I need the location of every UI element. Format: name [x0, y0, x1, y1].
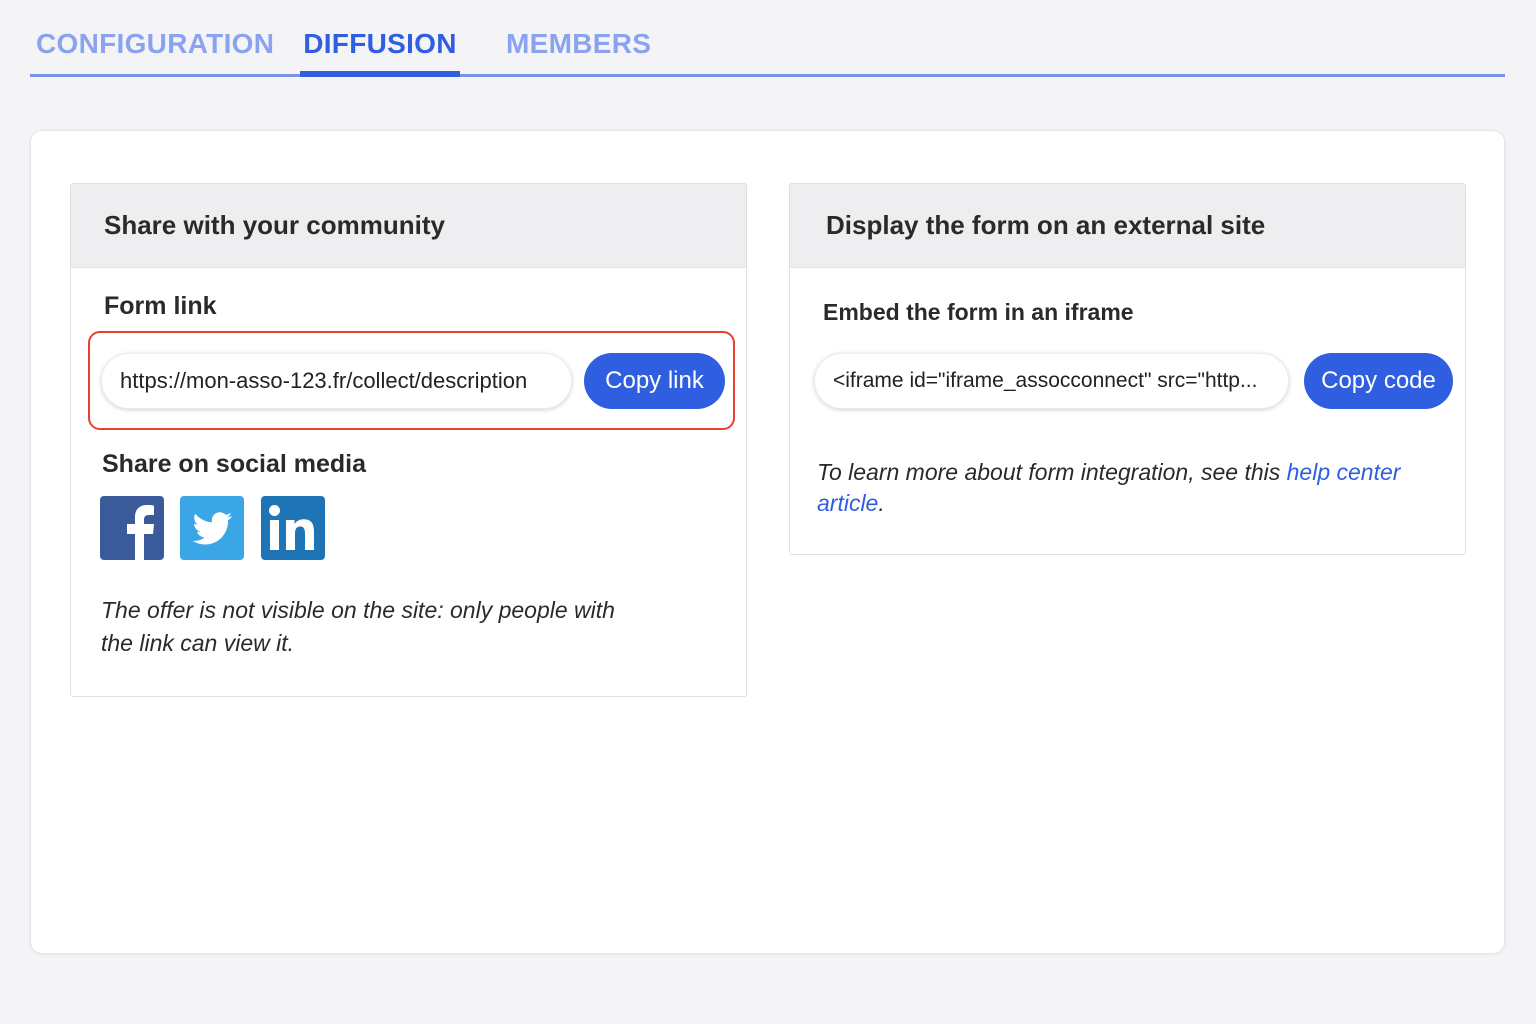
tab-members[interactable]: MEMBERS: [506, 28, 651, 77]
share-panel: Share with your community Form link http…: [70, 183, 747, 697]
tab-diffusion[interactable]: DIFFUSION: [300, 28, 460, 77]
help-note-suffix: .: [878, 490, 885, 516]
copy-code-button[interactable]: Copy code: [1304, 353, 1453, 409]
main-card: Share with your community Form link http…: [30, 130, 1505, 954]
iframe-code-input[interactable]: <iframe id="iframe_assocconnect" src="ht…: [814, 353, 1289, 409]
tab-bar: CONFIGURATION DIFFUSION MEMBERS: [30, 0, 1505, 77]
help-note-text: To learn more about form integration, se…: [817, 459, 1287, 485]
share-panel-title: Share with your community: [71, 184, 746, 268]
twitter-icon[interactable]: [180, 496, 244, 560]
social-media-label: Share on social media: [102, 450, 366, 478]
linkedin-icon[interactable]: [261, 496, 325, 560]
form-link-input[interactable]: https://mon-asso-123.fr/collect/descript…: [101, 353, 572, 409]
help-note: To learn more about form integration, se…: [817, 457, 1437, 519]
form-link-label: Form link: [104, 292, 217, 320]
copy-link-button[interactable]: Copy link: [584, 353, 725, 409]
iframe-label: Embed the form in an iframe: [823, 299, 1134, 325]
embed-panel-title: Display the form on an external site: [790, 184, 1465, 268]
embed-panel: Display the form on an external site Emb…: [789, 183, 1466, 555]
facebook-icon[interactable]: [100, 496, 164, 560]
tab-configuration[interactable]: CONFIGURATION: [36, 28, 274, 77]
visibility-note: The offer is not visible on the site: on…: [101, 597, 615, 656]
